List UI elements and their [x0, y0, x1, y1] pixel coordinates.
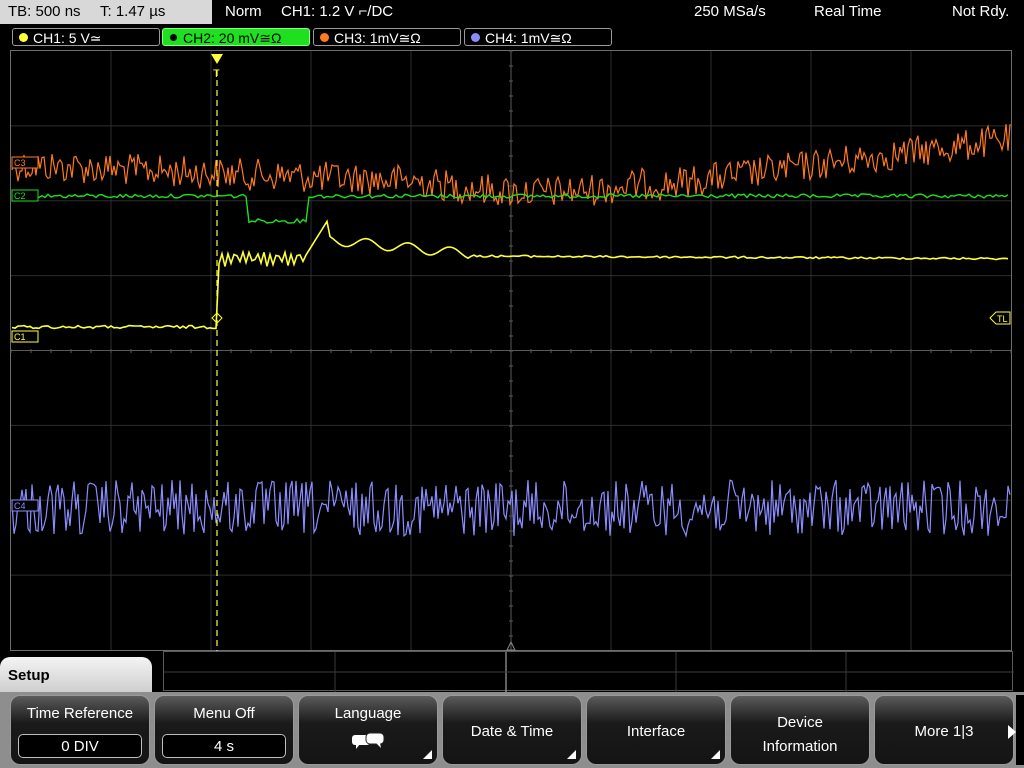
menu-title: Setup	[8, 667, 50, 684]
ch1-waveform	[11, 219, 1009, 330]
speech-bubbles-icon	[352, 732, 385, 749]
trigger-level-label: TL	[997, 314, 1008, 324]
submenu-indicator-icon	[567, 750, 576, 759]
date-time-softkey[interactable]: Date & Time	[442, 695, 582, 765]
softkey-label: Language	[334, 705, 402, 722]
softkey-label: Time Reference	[26, 705, 134, 722]
device-information-softkey[interactable]: Device Information	[730, 695, 870, 765]
softkey-label: Interface	[626, 723, 686, 740]
ch2-marker-label: C2	[14, 191, 26, 201]
softkey-label: More 1|3	[914, 723, 974, 740]
menu-off-softkey[interactable]: Menu Off 4 s	[154, 695, 294, 765]
softkey-label: Date & Time	[470, 723, 554, 740]
interface-softkey[interactable]: Interface	[586, 695, 726, 765]
menu-off-value: 4 s	[162, 734, 286, 758]
more-edge	[1016, 695, 1024, 765]
trigger-position-icon[interactable]	[211, 54, 223, 64]
softkey-label: Device Information	[762, 714, 838, 755]
time-reference-value: 0 DIV	[18, 734, 142, 758]
ch4-marker-label: C4	[14, 501, 26, 511]
softkey-label: Menu Off	[193, 705, 255, 722]
ch1-marker-label: C1	[14, 332, 26, 342]
graticule	[10, 50, 1012, 651]
arrow-right-icon	[1008, 725, 1016, 739]
trigger-position-label: T	[213, 68, 220, 80]
submenu-indicator-icon	[711, 750, 720, 759]
lower-panel-graticule	[164, 652, 1014, 692]
ch3-marker-label: C3	[14, 158, 26, 168]
time-reference-softkey[interactable]: Time Reference 0 DIV	[10, 695, 150, 765]
menu-title-tab: Setup	[0, 657, 152, 697]
more-softkey[interactable]: More 1|3	[874, 695, 1014, 765]
lower-panel	[163, 651, 1014, 692]
submenu-indicator-icon	[423, 750, 432, 759]
language-softkey[interactable]: Language	[298, 695, 438, 765]
